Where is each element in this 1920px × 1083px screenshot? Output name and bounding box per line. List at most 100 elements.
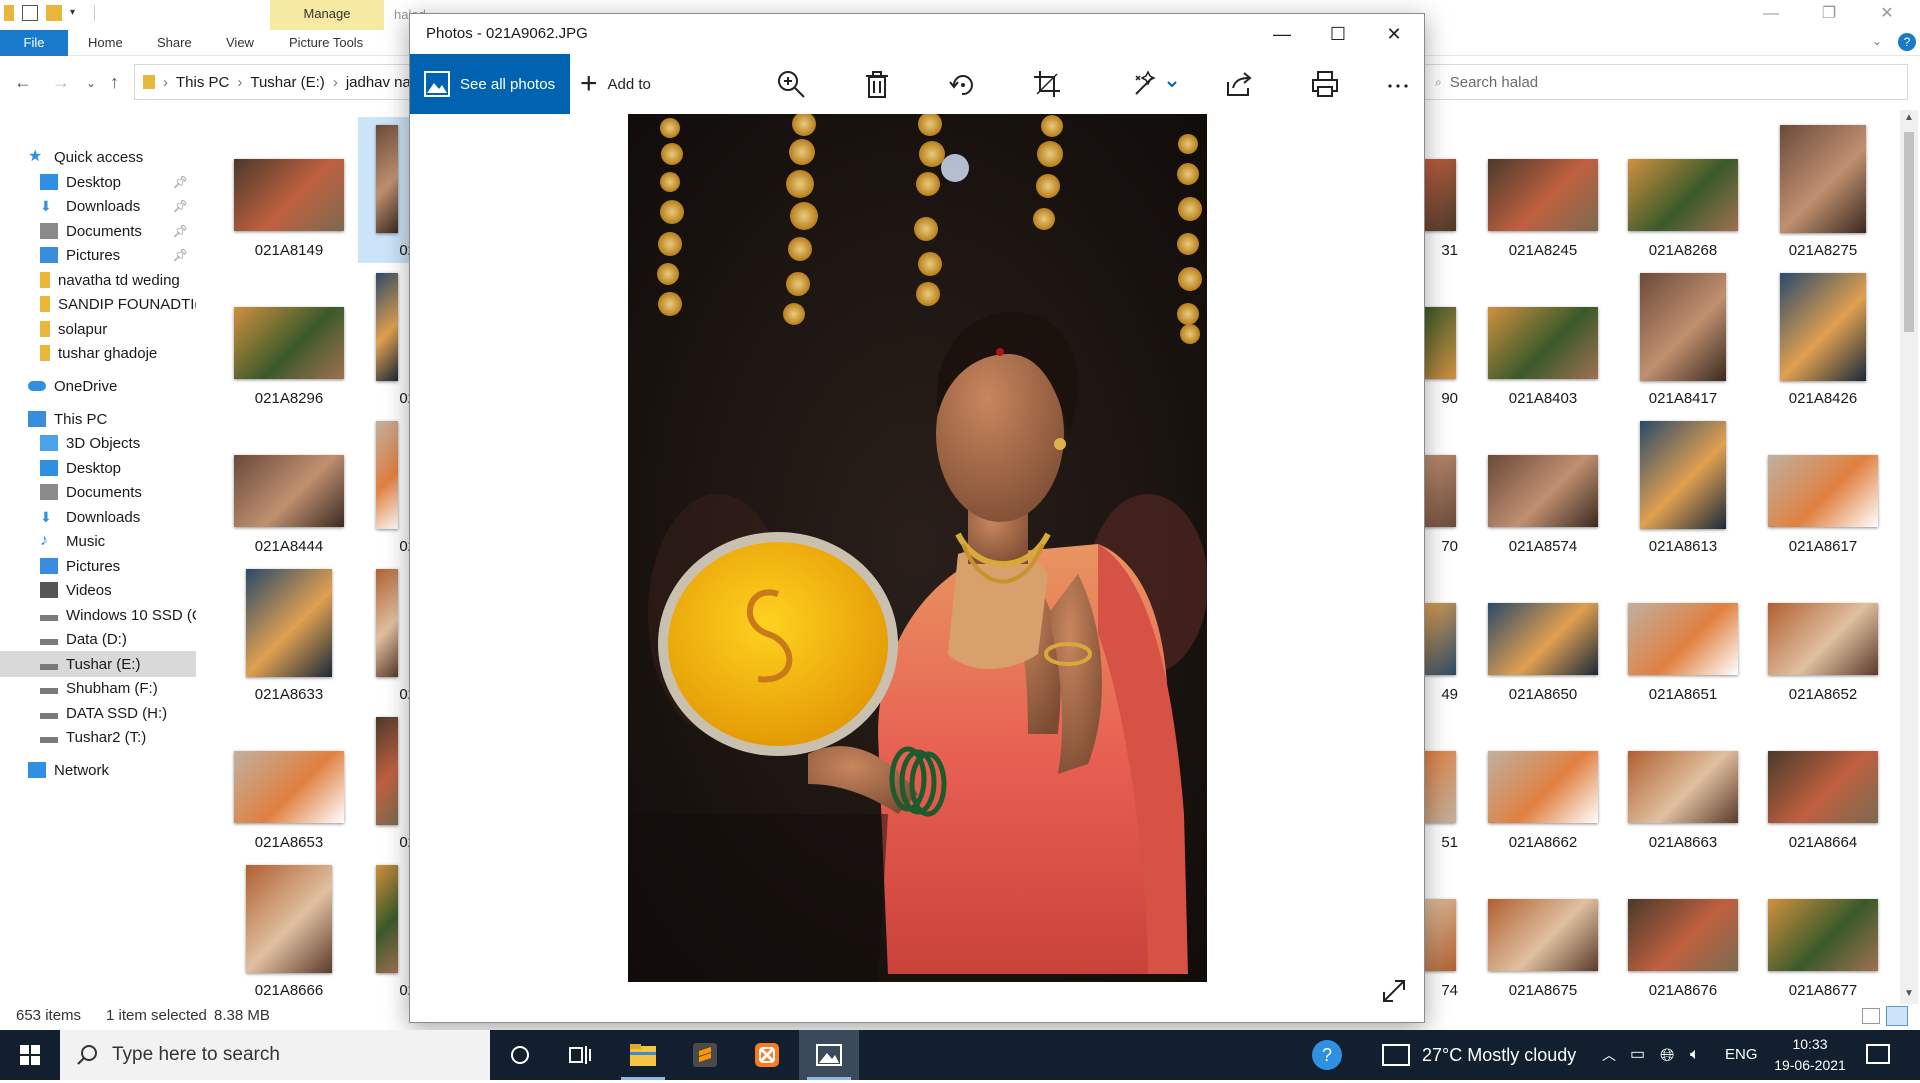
file-explorer-taskbar-icon[interactable]: [613, 1030, 673, 1080]
file-thumbnail[interactable]: 021A8664: [1750, 717, 1890, 865]
photo-viewer-image[interactable]: [628, 114, 1207, 982]
zoom-icon[interactable]: [775, 68, 807, 100]
sidebar-item[interactable]: SANDIP FOUNADTI(: [0, 291, 196, 317]
file-thumbnail[interactable]: 51: [1424, 717, 1470, 865]
scroll-up-icon[interactable]: ▲: [1904, 112, 1914, 123]
file-thumbnail[interactable]: 021A8677: [1750, 865, 1890, 1013]
volume-icon[interactable]: 🔈︎: [1690, 1030, 1700, 1080]
file-thumbnail[interactable]: 49: [1424, 569, 1470, 717]
sidebar-item[interactable]: Network: [0, 757, 196, 783]
help-icon[interactable]: ?: [1898, 33, 1916, 51]
sidebar-item[interactable]: ⬇ Downloads: [0, 504, 196, 530]
crop-icon[interactable]: [1031, 68, 1063, 100]
sidebar-item[interactable]: Videos: [0, 577, 196, 603]
file-thumbnail[interactable]: 021A8675: [1470, 865, 1610, 1013]
file-thumbnail[interactable]: 021A8652: [1750, 569, 1890, 717]
tab-picture-tools[interactable]: Picture Tools: [289, 30, 363, 56]
clock[interactable]: 10:33 19-06-2021: [1762, 1034, 1858, 1076]
back-icon[interactable]: ←: [14, 72, 32, 93]
forward-icon[interactable]: →: [52, 72, 70, 93]
sidebar-item[interactable]: OneDrive: [0, 373, 196, 399]
minimize-icon[interactable]: —: [1254, 14, 1310, 54]
sidebar-item[interactable]: Pictures: [0, 553, 196, 579]
file-thumbnail[interactable]: 31: [1424, 125, 1470, 273]
customize-qat-icon[interactable]: ▾: [70, 5, 86, 21]
network-icon[interactable]: 🌐︎: [1660, 1030, 1674, 1080]
search-input[interactable]: ⌕ Search halad: [1418, 64, 1908, 100]
sidebar-item[interactable]: 3D Objects: [0, 430, 196, 456]
start-button[interactable]: [0, 1030, 60, 1080]
sidebar-item[interactable]: DATA SSD (H:): [0, 700, 196, 726]
recent-locations-icon[interactable]: ⌄: [86, 76, 96, 90]
file-thumbnail[interactable]: 021A8663: [1610, 717, 1750, 865]
sidebar-item[interactable]: Windows 10 SSD (C: [0, 602, 196, 628]
sidebar-item[interactable]: ⬇ Downloads 📌︎: [0, 193, 196, 219]
details-view-icon[interactable]: [1862, 1008, 1880, 1024]
scroll-down-icon[interactable]: ▼: [1904, 988, 1914, 999]
folder-icon[interactable]: [4, 5, 14, 21]
taskbar-search-box[interactable]: Type here to search: [60, 1030, 490, 1080]
sidebar-item[interactable]: ★ Quick access: [0, 144, 196, 170]
sidebar-item[interactable]: solapur: [0, 316, 196, 342]
add-to-button[interactable]: + Add to: [580, 54, 651, 114]
file-thumbnail[interactable]: 021A8651: [1610, 569, 1750, 717]
xampp-icon[interactable]: [737, 1030, 797, 1080]
sidebar-item[interactable]: Shubham (F:): [0, 675, 196, 701]
file-thumbnail[interactable]: 021A8426: [1750, 273, 1890, 421]
file-thumbnail[interactable]: 021A8268: [1610, 125, 1750, 273]
photos-taskbar-icon[interactable]: [799, 1030, 859, 1080]
file-thumbnail[interactable]: 021A8650: [1470, 569, 1610, 717]
tab-share[interactable]: Share: [157, 30, 192, 56]
restore-icon[interactable]: ❐: [1806, 0, 1852, 30]
maximize-icon[interactable]: ☐: [1310, 14, 1366, 54]
file-thumbnail[interactable]: 021A8574: [1470, 421, 1610, 569]
sidebar-item[interactable]: navatha td weding: [0, 267, 196, 293]
sidebar-item[interactable]: ♪ Music: [0, 528, 196, 554]
weather-text[interactable]: 27°C Mostly cloudy: [1422, 1030, 1576, 1080]
delete-icon[interactable]: [861, 68, 893, 100]
properties-icon[interactable]: [22, 5, 38, 21]
scrollbar[interactable]: ▲ ▼: [1900, 110, 1918, 1004]
file-thumbnail[interactable]: 70: [1424, 421, 1470, 569]
address-bar[interactable]: › This PC › Tushar (E:) › jadhav na: [134, 64, 414, 100]
file-thumbnail[interactable]: 021A8662: [1470, 717, 1610, 865]
sidebar-item[interactable]: Tushar2 (T:): [0, 724, 196, 750]
full-screen-icon[interactable]: [1380, 977, 1408, 1005]
file-thumbnail[interactable]: 74: [1424, 865, 1470, 1013]
sidebar-item[interactable]: This PC: [0, 406, 196, 432]
battery-icon[interactable]: ▭: [1630, 1030, 1645, 1080]
more-options-icon[interactable]: [1382, 68, 1414, 100]
file-thumbnail[interactable]: 021A8417: [1610, 273, 1750, 421]
rotate-icon[interactable]: [946, 68, 978, 100]
share-icon[interactable]: [1223, 68, 1255, 100]
sidebar-item[interactable]: Pictures 📌︎: [0, 242, 196, 268]
help-tray-icon[interactable]: ?: [1312, 1040, 1342, 1070]
new-folder-icon[interactable]: [46, 5, 62, 21]
file-thumbnail[interactable]: 021A8245: [1470, 125, 1610, 273]
sidebar-item[interactable]: tushar ghadoje: [0, 340, 196, 366]
sidebar-item[interactable]: Documents: [0, 479, 196, 505]
tab-file[interactable]: File: [0, 30, 68, 56]
sidebar-item[interactable]: Documents 📌︎: [0, 218, 196, 244]
action-center-icon[interactable]: [1866, 1044, 1890, 1064]
weather-news-icon[interactable]: [1382, 1044, 1410, 1066]
file-thumbnail[interactable]: 021A8613: [1610, 421, 1750, 569]
close-icon[interactable]: ✕: [1864, 0, 1910, 30]
see-all-photos-button[interactable]: See all photos: [410, 54, 570, 114]
sublime-text-icon[interactable]: [675, 1030, 735, 1080]
language-indicator[interactable]: ENG: [1725, 1030, 1758, 1080]
minimize-icon[interactable]: —: [1748, 0, 1794, 30]
sidebar-item[interactable]: Desktop 📌︎: [0, 169, 196, 195]
tab-view[interactable]: View: [226, 30, 254, 56]
sidebar-item[interactable]: Tushar (E:): [0, 651, 196, 677]
enhance-icon[interactable]: [1132, 68, 1180, 100]
file-thumbnail[interactable]: 021A8617: [1750, 421, 1890, 569]
large-icons-view-icon[interactable]: [1886, 1006, 1908, 1026]
breadcrumb-folder[interactable]: jadhav na: [346, 74, 411, 91]
breadcrumb-drive[interactable]: Tushar (E:): [250, 74, 324, 91]
breadcrumb-this-pc[interactable]: This PC: [176, 74, 229, 91]
file-thumbnail[interactable]: 021A8275: [1750, 125, 1890, 273]
scroll-thumb[interactable]: [1904, 132, 1914, 332]
task-view-icon[interactable]: [550, 1030, 610, 1080]
file-thumbnail[interactable]: 90: [1424, 273, 1470, 421]
